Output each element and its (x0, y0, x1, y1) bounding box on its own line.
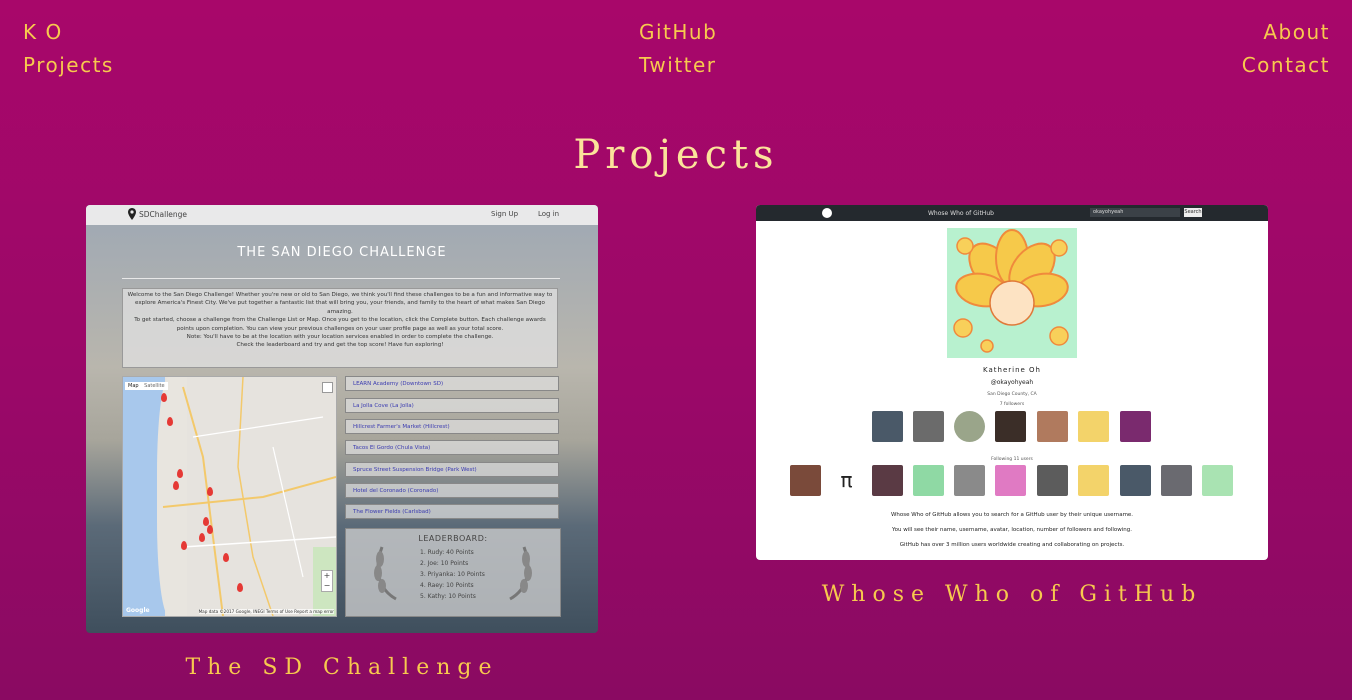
follower-avatar (872, 411, 903, 442)
map-zoom-controls[interactable]: + − (321, 570, 333, 592)
gh-app-title: Whose Who of GitHub (928, 210, 994, 217)
challenge-list-item[interactable]: Spruce Street Suspension Bridge (Park We… (345, 462, 559, 477)
app-description-3: GitHub has over 3 million users worldwid… (899, 542, 1125, 548)
map-marker[interactable] (173, 481, 179, 490)
following-avatar (1120, 465, 1151, 496)
map-marker[interactable] (161, 393, 167, 402)
laurel-left-icon (374, 546, 397, 601)
google-logo: Google (126, 607, 150, 614)
project-caption-whose-who[interactable]: Whose Who of GitHub (756, 582, 1268, 607)
challenge-list-item[interactable]: Hillcrest Farmer's Market (Hillcrest) (345, 419, 559, 434)
map-marker[interactable] (167, 417, 173, 426)
nav-twitter-link[interactable]: Twitter (639, 53, 717, 77)
follower-avatar (1037, 411, 1068, 442)
follower-avatar (954, 411, 985, 442)
gh-search-button: Search (1184, 208, 1202, 217)
leaderboard: LEADERBOARD: 1. Rudy: 40 Points 2. Joe: … (345, 528, 561, 617)
project-caption-sd-challenge[interactable]: The SD Challenge (86, 655, 598, 680)
laurel-right-icon (509, 546, 532, 601)
sd-intro-p2: To get started, choose a challenge from … (134, 317, 546, 332)
map-tab-satellite[interactable]: Satellite (144, 383, 164, 389)
following-avatar (1202, 465, 1233, 496)
map-marker[interactable] (207, 487, 213, 496)
follower-avatar (995, 411, 1026, 442)
challenge-list-item[interactable]: LEARN Academy (Downtown SD) (345, 376, 559, 391)
following-avatar (995, 465, 1026, 496)
app-description-2: You will see their name, username, avata… (891, 527, 1132, 533)
challenge-list-item[interactable]: Hotel del Coronado (Coronado) (345, 483, 559, 498)
sd-navbar: SDChallenge Sign Up Log in (86, 205, 598, 225)
following-label: Following 11 users (991, 457, 1033, 462)
map-fullscreen-icon[interactable] (322, 382, 333, 393)
leaderboard-entry: 2. Joe: 10 Points (420, 560, 469, 567)
following-avatar (1161, 465, 1192, 496)
map-marker[interactable] (177, 469, 183, 478)
gh-navbar: Whose Who of GitHub okayohyeah Search (756, 205, 1268, 221)
leaderboard-entry: 4. Raey: 10 Points (420, 582, 474, 589)
followers-label: 7 followers (999, 402, 1025, 407)
profile-username: @okayohyeah (990, 379, 1034, 386)
follower-avatar (913, 411, 944, 442)
github-logo-icon (822, 208, 832, 218)
map-marker[interactable] (181, 541, 187, 550)
sd-title: THE SAN DIEGO CHALLENGE (237, 245, 447, 260)
sd-brand: SDChallenge (139, 210, 188, 219)
nav-about-link[interactable]: About (1263, 20, 1330, 44)
leaderboard-title: LEADERBOARD: (418, 534, 488, 543)
map-marker[interactable] (207, 525, 213, 534)
following-avatar (1037, 465, 1068, 496)
leaderboard-entry: 1. Rudy: 40 Points (420, 549, 474, 556)
map-marker[interactable] (199, 533, 205, 542)
nav-home-initials[interactable]: K O (23, 20, 63, 44)
sd-intro-p3: Note: You'll have to be at the location … (186, 333, 494, 340)
nav-contact-link[interactable]: Contact (1242, 53, 1330, 77)
sd-intro-p4: Check the leaderboard and try and get th… (236, 342, 444, 349)
follower-avatar (1120, 411, 1151, 442)
follower-avatar (1078, 411, 1109, 442)
challenge-list-item[interactable]: Tacos El Gordo (Chula Vista) (345, 440, 559, 455)
following-avatar (872, 465, 903, 496)
sd-intro-box: Welcome to the San Diego Challenge! Whet… (122, 288, 558, 368)
sd-login-link: Log in (538, 210, 560, 218)
map-marker[interactable] (223, 553, 229, 562)
nav-projects-link[interactable]: Projects (23, 53, 114, 77)
following-avatar (1078, 465, 1109, 496)
page-title: Projects (573, 132, 779, 178)
leaderboard-entry: 5. Kathy: 10 Points (420, 593, 476, 600)
following-avatar (954, 465, 985, 496)
sd-signup-link: Sign Up (491, 210, 519, 218)
map-tab-map[interactable]: Map (128, 383, 139, 389)
project-card-sd-challenge[interactable]: SDChallenge Sign Up Log in THE SAN DIEGO… (86, 205, 598, 633)
leaderboard-entry: 3. Priyanka: 10 Points (420, 571, 485, 578)
sd-map: Map Satellite + − Google Map data ©2017 G… (122, 376, 337, 617)
nav-github-link[interactable]: GitHub (639, 20, 717, 44)
following-avatar (790, 465, 821, 496)
map-pin-icon (128, 208, 136, 222)
map-attribution: Map data ©2017 Google, INEGI Terms of Us… (198, 609, 334, 614)
map-type-tabs[interactable]: Map Satellite (125, 382, 168, 390)
app-description-1: Whose Who of GitHub allows you to search… (890, 512, 1134, 518)
challenge-list-item[interactable]: La Jolla Cove (La Jolla) (345, 398, 559, 413)
profile-avatar (947, 228, 1077, 358)
project-card-whose-who[interactable]: Whose Who of GitHub okayohyeah Search Ka… (756, 205, 1268, 560)
gh-search-input: okayohyeah (1090, 208, 1180, 217)
following-avatar (913, 465, 944, 496)
challenge-list-item[interactable]: The Flower Fields (Carlsbad) (345, 504, 559, 519)
sd-intro-p1: Welcome to the San Diego Challenge! Whet… (127, 292, 553, 315)
map-roads (162, 377, 336, 616)
map-marker[interactable] (237, 583, 243, 592)
pi-avatar-icon: π (831, 465, 862, 496)
profile-location: San Diego County, CA (987, 392, 1037, 397)
divider (122, 278, 560, 279)
profile-name: Katherine Oh (983, 366, 1041, 374)
